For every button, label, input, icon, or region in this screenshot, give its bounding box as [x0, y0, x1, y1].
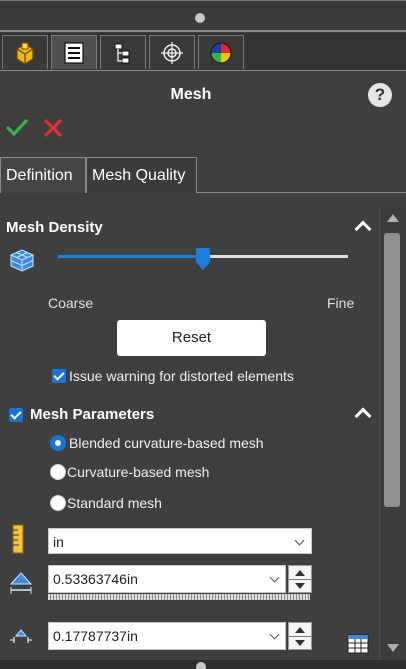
- collapse-caret-icon[interactable]: [354, 407, 372, 425]
- radio-standard-label: Standard mesh: [67, 495, 162, 511]
- spin-down-icon[interactable]: [295, 640, 305, 646]
- vertical-scrollbar[interactable]: [379, 208, 406, 660]
- tab-mesh-quality[interactable]: Mesh Quality: [86, 157, 197, 193]
- spinner-divider: [289, 579, 311, 580]
- ok-check-icon[interactable]: [6, 117, 28, 139]
- max-element-size-spinner[interactable]: [288, 565, 312, 593]
- radio-standard[interactable]: [50, 495, 66, 511]
- tab-definition[interactable]: Definition: [0, 157, 86, 193]
- mesh-density-title: Mesh Density: [6, 219, 103, 236]
- page-title: Mesh: [170, 86, 212, 103]
- divider: [0, 30, 406, 32]
- distorted-warning-label: Issue warning for distorted elements: [69, 368, 294, 384]
- panel-header: Mesh ?: [0, 78, 406, 114]
- scroll-down-icon[interactable]: [387, 644, 399, 652]
- cancel-x-icon[interactable]: [42, 117, 64, 139]
- max-element-size-value: 0.53363746in: [53, 571, 138, 587]
- scroll-up-icon[interactable]: [387, 214, 399, 222]
- mesh-parameters-title: Mesh Parameters: [30, 406, 155, 423]
- radio-curvature-based-label: Curvature-based mesh: [67, 464, 210, 480]
- max-element-size-thumbwheel[interactable]: [48, 594, 310, 600]
- fine-label: Fine: [327, 295, 355, 311]
- tab-configuration-manager[interactable]: [100, 35, 146, 69]
- manager-tabs: [0, 33, 406, 71]
- unit-select[interactable]: in: [48, 528, 312, 554]
- mesh-parameters-header[interactable]: Mesh Parameters: [0, 406, 379, 430]
- property-tabs: Definition Mesh Quality: [0, 157, 406, 193]
- chevron-down-icon[interactable]: [269, 572, 280, 583]
- reset-button[interactable]: Reset: [117, 320, 266, 356]
- min-element-size-icon: [10, 629, 32, 643]
- min-element-size-value: 0.17787737in: [53, 628, 138, 644]
- tab-property-manager[interactable]: [51, 35, 97, 69]
- table-icon[interactable]: [347, 634, 371, 656]
- dimxpert-icon: [161, 41, 183, 64]
- mesh-density-slider-fill: [58, 255, 203, 258]
- radio-curvature-based[interactable]: [50, 464, 66, 480]
- bottom-splitter[interactable]: [0, 660, 406, 669]
- mesh-density-slider-thumb[interactable]: [196, 248, 210, 270]
- splitter-grip-icon[interactable]: [196, 662, 206, 669]
- mesh-density-header[interactable]: Mesh Density: [0, 219, 379, 243]
- min-element-size-spinner[interactable]: [288, 622, 312, 650]
- unit-select-value: in: [53, 534, 64, 550]
- tab-dimxpert-manager[interactable]: [149, 35, 195, 69]
- scrollbar-thumb[interactable]: [384, 233, 400, 507]
- distorted-warning-checkbox[interactable]: [52, 369, 66, 383]
- property-manager-icon: [64, 41, 84, 64]
- ruler-icon: [12, 524, 24, 554]
- top-splitter[interactable]: [0, 0, 406, 32]
- tab-display-manager[interactable]: [198, 35, 244, 69]
- help-icon[interactable]: ?: [368, 83, 392, 107]
- radio-blended-curvature-label: Blended curvature-based mesh: [69, 435, 264, 451]
- chevron-down-icon: [294, 535, 305, 546]
- spin-up-icon[interactable]: [295, 570, 305, 576]
- chevron-down-icon[interactable]: [269, 629, 280, 640]
- max-element-size-input[interactable]: 0.53363746in: [48, 565, 286, 593]
- collapse-caret-icon[interactable]: [354, 220, 372, 238]
- spinner-divider: [289, 636, 311, 637]
- property-content: Mesh Density Coarse Fine Reset Issue war…: [0, 208, 379, 660]
- max-element-size-icon: [9, 572, 33, 594]
- feature-manager-icon: [16, 42, 34, 65]
- radio-blended-curvature[interactable]: [50, 435, 66, 451]
- coarse-label: Coarse: [48, 295, 94, 311]
- configuration-manager-icon: [114, 43, 130, 63]
- min-element-size-input[interactable]: 0.17787737in: [48, 622, 286, 650]
- action-buttons: [6, 117, 64, 143]
- mesh-parameters-checkbox[interactable]: [9, 408, 23, 422]
- mesh-density-icon: [10, 249, 34, 272]
- spin-up-icon[interactable]: [295, 627, 305, 633]
- splitter-grip-icon[interactable]: [195, 13, 205, 23]
- spin-down-icon[interactable]: [295, 583, 305, 589]
- tab-feature-manager[interactable]: [2, 35, 48, 69]
- display-manager-icon: [210, 42, 232, 63]
